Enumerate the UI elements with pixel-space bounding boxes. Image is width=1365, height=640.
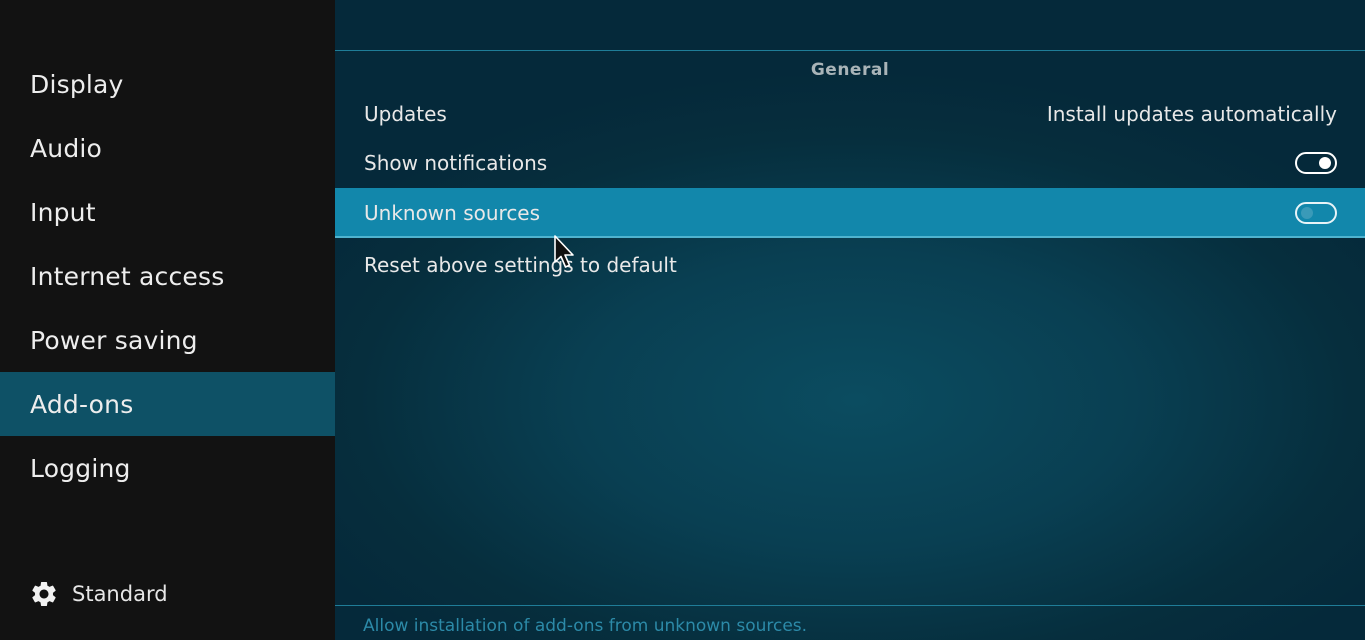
- group-title: General: [810, 60, 890, 80]
- sidebar-item-label: Add-ons: [30, 389, 134, 419]
- setting-label: Reset above settings to default: [364, 253, 677, 277]
- sidebar-item-label: Audio: [30, 133, 103, 163]
- show-notifications-toggle[interactable]: [1295, 152, 1337, 174]
- sidebar-item-label: Input: [30, 197, 96, 227]
- toggle-knob: [1319, 157, 1331, 169]
- sidebar-item-label: Power saving: [30, 325, 198, 355]
- category-list: Display Audio Input Internet access Powe…: [0, 52, 335, 500]
- sidebar-item-power-saving[interactable]: Power saving: [0, 308, 335, 372]
- sidebar-item-audio[interactable]: Audio: [0, 116, 335, 180]
- mouse-pointer-icon: [554, 235, 574, 268]
- setting-show-notifications[interactable]: Show notifications: [335, 138, 1365, 188]
- bottom-divider: [335, 605, 1365, 606]
- help-text: Allow installation of add-ons from unkno…: [363, 616, 808, 636]
- setting-unknown-sources[interactable]: Unknown sources: [335, 188, 1365, 238]
- settings-level-label: Standard: [72, 582, 168, 606]
- setting-label: Updates: [364, 102, 447, 126]
- settings-sidebar: Display Audio Input Internet access Powe…: [0, 0, 335, 640]
- sidebar-item-logging[interactable]: Logging: [0, 436, 335, 500]
- setting-value: Install updates automatically: [1046, 102, 1337, 126]
- toggle-knob: [1301, 207, 1313, 219]
- setting-reset-defaults[interactable]: Reset above settings to default: [335, 240, 1365, 290]
- sidebar-item-label: Logging: [30, 453, 131, 483]
- sidebar-item-label: Internet access: [30, 261, 225, 291]
- setting-label: Unknown sources: [364, 201, 541, 225]
- unknown-sources-toggle[interactable]: [1295, 202, 1337, 224]
- top-divider: [335, 50, 1365, 51]
- sidebar-item-label: Display: [30, 69, 124, 99]
- setting-label: Show notifications: [364, 151, 548, 175]
- gear-icon: [32, 582, 56, 606]
- settings-level-button[interactable]: Standard: [29, 576, 168, 612]
- setting-updates[interactable]: Updates Install updates automatically: [335, 89, 1365, 139]
- settings-panel: General Updates Install updates automati…: [335, 0, 1365, 640]
- sidebar-item-add-ons[interactable]: Add-ons: [0, 372, 335, 436]
- sidebar-item-input[interactable]: Input: [0, 180, 335, 244]
- sidebar-item-internet-access[interactable]: Internet access: [0, 244, 335, 308]
- sidebar-item-display[interactable]: Display: [0, 52, 335, 116]
